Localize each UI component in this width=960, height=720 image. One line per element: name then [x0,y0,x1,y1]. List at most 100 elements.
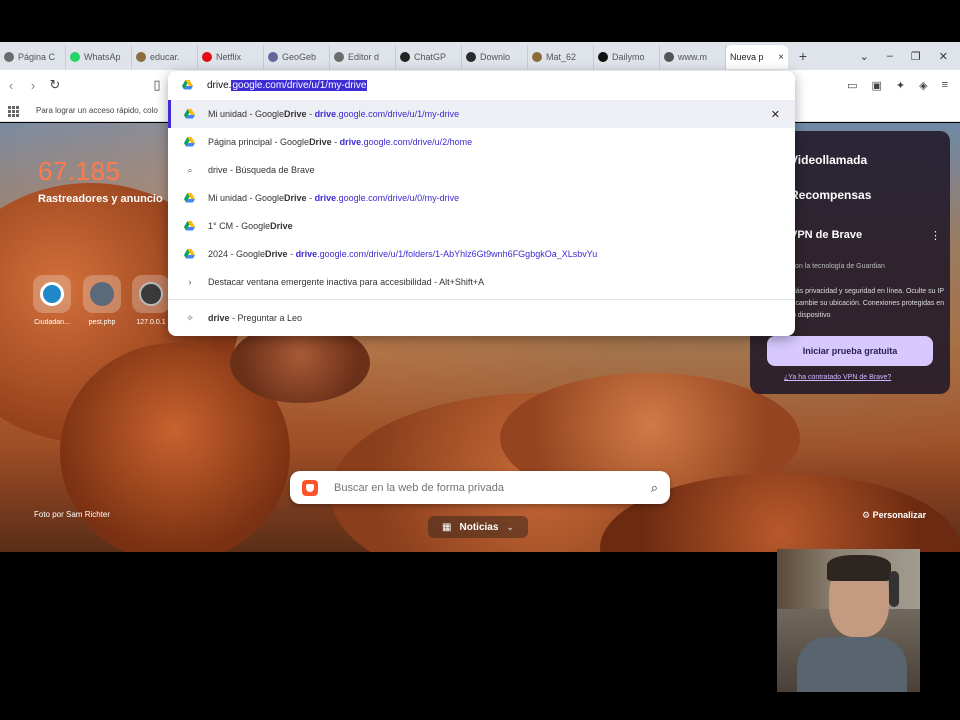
search-icon: ⌕ [187,164,193,175]
tab-label: ChatGP [414,52,447,62]
suggestion-match: Drive [284,193,307,203]
tab-label: Página C [18,52,56,62]
leo-label: - Preguntar a Leo [229,313,303,323]
presenter-hair [827,555,891,581]
globe-icon [90,282,114,306]
photo-credit[interactable]: Foto por Sam Richter [34,510,110,519]
ntp-search-box[interactable]: ⌕ [290,471,670,504]
tab-8[interactable]: Mat_62 [528,45,594,69]
kebab-menu-icon[interactable]: ⋮ [930,229,941,242]
suggestion-separator: - [306,193,315,203]
news-icon: ▦ [442,521,452,533]
suggestion-title: Destacar ventana emergente inactiva para… [208,277,485,287]
address-bar-input[interactable]: drive. google.com/drive/u/1/my-drive [168,71,795,99]
recompensas-widget[interactable]: Recompensas [790,188,871,202]
suggestion-url: .google.com/drive/u/0/my-drive [336,193,460,203]
site-label: pest.php [88,319,116,326]
tab-label: Editor d [348,52,380,62]
suggestion-row[interactable]: 1° CM - Google Drive [168,212,795,240]
site-tile [83,275,121,313]
whatsapp-icon [70,52,80,62]
trackers-count: 67.185 [38,156,121,186]
brave-logo-icon [302,479,318,496]
suggestion-match: Drive [284,109,307,119]
suggestion-row[interactable]: Página principal - Google Drive - drive.… [168,128,795,156]
suggestion-row[interactable]: Mi unidad - Google Drive - drive .google.… [168,100,795,128]
wallet-icon[interactable]: ▣ [871,79,881,92]
bookmarks-hint: Para lograr un acceso rápido, colo [36,106,158,115]
bookmark-icon[interactable]: ▯ [146,77,168,93]
suggestion-title: Mi unidad - Google [208,109,285,119]
menu-icon[interactable]: ≡ [942,79,948,92]
tab-label: Mat_62 [546,52,577,62]
news-button[interactable]: ▦ Noticias ⌄ [428,516,528,538]
tab-3[interactable]: Netflix [198,45,264,69]
tab-strip: Página C WhatsAp educar. Netflix GeoGeb … [0,42,960,70]
suggestion-url-match: drive [314,193,337,203]
tab-4[interactable]: GeoGeb [264,45,330,69]
site-favicon-icon [139,282,163,306]
site-label: Ciudadan... [34,319,70,326]
new-tab-button[interactable]: + [792,48,814,64]
vpn-trial-button[interactable]: Iniciar prueba gratuita [767,336,933,366]
sidebar-icon[interactable]: ▭ [847,79,857,92]
shield-icon[interactable]: ◈ [919,79,927,92]
tab-9[interactable]: Dailymo [594,45,660,69]
tab-1[interactable]: WhatsAp [66,45,132,69]
tab-2[interactable]: educar. [132,45,198,69]
suggestion-separator: - [287,249,296,259]
screen: Página C WhatsAp educar. Netflix GeoGeb … [0,0,960,720]
chatgpt-icon [400,52,410,62]
close-tab-icon[interactable]: × [778,52,784,63]
site-favicon-icon [40,282,64,306]
suggestion-url-match: drive [295,249,318,259]
globe-icon [4,52,14,62]
tab-search-icon[interactable]: ⌄ [860,50,869,63]
suggestion-match: Drive [270,221,293,231]
top-site-0[interactable]: Ciudadan... [28,275,76,326]
presenter-body [797,637,907,692]
ntp-search-input[interactable] [334,481,651,494]
webcam-overlay [777,549,920,692]
forward-icon[interactable]: › [22,78,44,93]
videollamada-widget[interactable]: Videollamada [790,153,867,167]
extensions-icon[interactable]: ✦ [896,79,905,92]
restore-icon[interactable]: ❐ [911,50,921,63]
reload-icon[interactable]: ↻ [44,77,66,93]
top-site-1[interactable]: pest.php [78,275,126,326]
tab-6[interactable]: ChatGP [396,45,462,69]
suggestion-row[interactable]: › Destacar ventana emergente inactiva par… [168,268,795,296]
tab-label: Netflix [216,52,242,62]
ask-leo-row[interactable]: ✧ drive - Preguntar a Leo [168,304,795,332]
tab-active[interactable]: Nueva p × [726,45,788,69]
dailymotion-icon [598,52,608,62]
vpn-powered-by: Con la tecnología de Guardian [790,263,885,270]
back-icon[interactable]: ‹ [0,78,22,93]
site-tile [132,275,170,313]
close-window-icon[interactable]: ✕ [939,50,948,63]
tab-label: Nueva p [730,52,764,62]
suggestion-divider [168,299,795,300]
vpn-description: Más privacidad y seguridad en línea. Ocu… [790,288,945,319]
typed-text: drive. [207,79,232,91]
vpn-already-purchased-link[interactable]: ¿Ya ha contratado VPN de Brave? [784,374,891,381]
search-icon[interactable]: ⌕ [651,480,658,496]
suggestion-title: Página principal - Google [208,137,310,147]
suggestion-separator: - [306,109,315,119]
suggestion-url-match: drive [314,109,337,119]
apps-icon[interactable] [8,105,19,117]
minimize-icon[interactable]: – [887,50,893,63]
customize-button[interactable]: ⚙ Personalizar [862,510,926,521]
tab-10[interactable]: www.m [660,45,726,69]
remove-suggestion-icon[interactable]: ✕ [771,108,780,121]
suggestion-row[interactable]: Mi unidad - Google Drive - drive .google.… [168,184,795,212]
suggestion-row[interactable]: ⌕ drive - Búsqueda de Brave [168,156,795,184]
suggestion-row[interactable]: 2024 - Google Drive - drive .google.com/d… [168,240,795,268]
vpn-title: VPN de Brave [790,229,863,241]
tab-7[interactable]: Downlo [462,45,528,69]
tab-0[interactable]: Página C [0,45,66,69]
tab-5[interactable]: Editor d [330,45,396,69]
window-controls: ⌄ – ❐ ✕ [860,50,960,63]
suggestion-title: 2024 - Google [208,249,266,259]
top-letterbox [0,0,960,42]
